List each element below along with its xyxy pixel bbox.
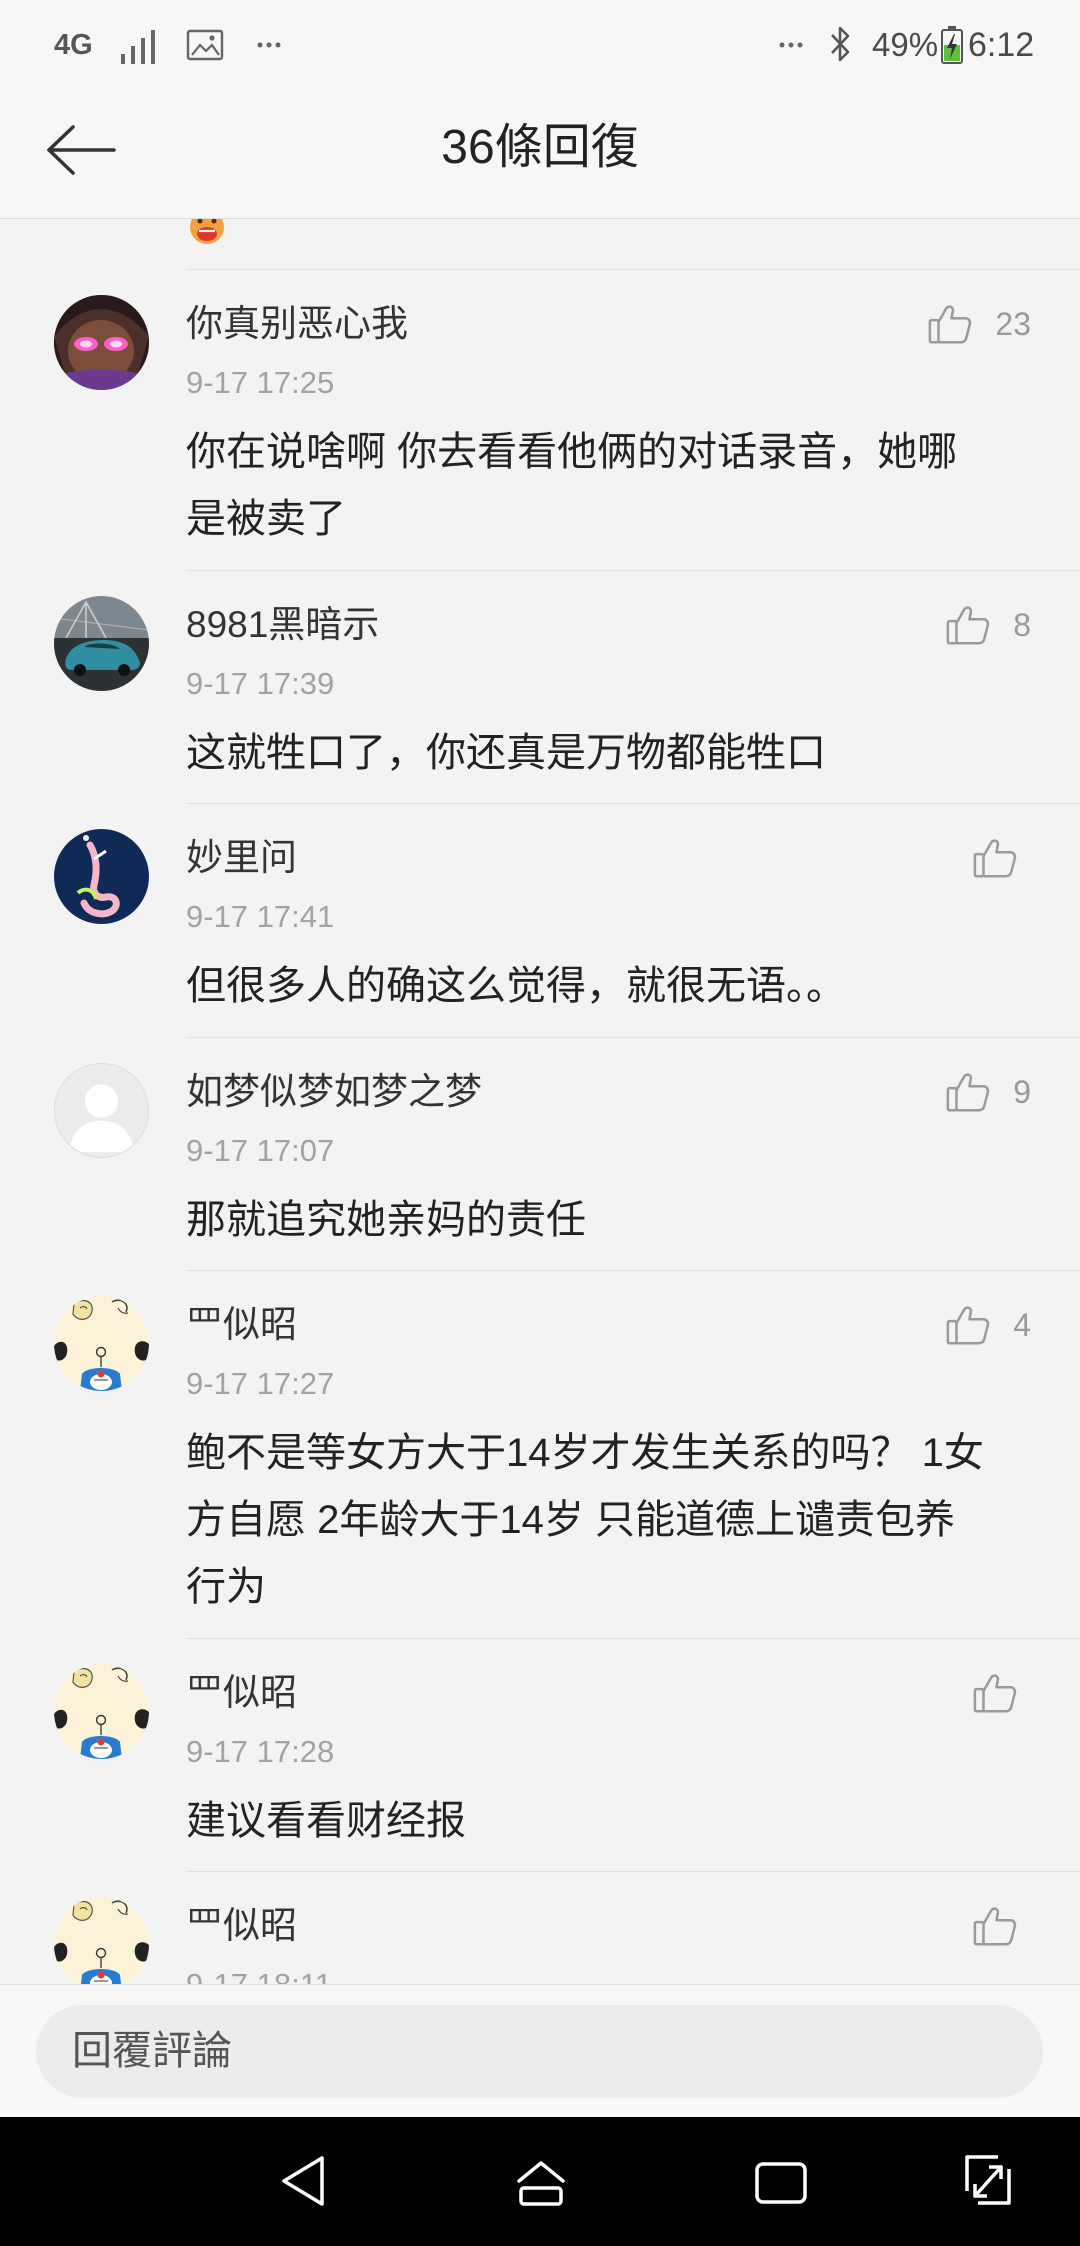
page-title: 36條回復: [441, 121, 639, 174]
signal-icon: [121, 30, 155, 64]
like-button[interactable]: 8: [945, 597, 1031, 653]
username[interactable]: 8981黑暗示: [186, 597, 866, 653]
cartoon-pattern-avatar-image: [54, 1664, 149, 1759]
avatar[interactable]: [54, 1897, 149, 1984]
system-nav-bar: [0, 2117, 1080, 2246]
username[interactable]: 如梦似梦如梦之梦: [186, 1064, 866, 1120]
avatar[interactable]: [54, 295, 149, 390]
bluetooth-icon: [831, 26, 850, 62]
comment-body: 妙里问 9-17 17:41 但很多人的确这么觉得，就很无语。。: [0, 804, 1080, 1037]
comment-item[interactable]: 8981黑暗示 9-17 17:39 这就牲口了，你还真是万物都能牲口 8: [0, 569, 1080, 804]
comment-text-line: 鲍不是等女方大于14岁才发生关系的吗？ 1女: [186, 1431, 984, 1475]
timestamp: 9-17 17:27: [186, 1366, 335, 1401]
comment-text-line: 方自愿 2年龄大于14岁 只能道德上谴责包养: [186, 1498, 955, 1542]
reply-bar: [0, 1984, 1080, 2117]
like-button[interactable]: [972, 1665, 1018, 1721]
comment-text: 这就牲口了，你还真是万物都能牲口: [186, 720, 1040, 787]
comment-text: 那就追究她亲妈的责任: [186, 1187, 1040, 1254]
car-photo-avatar-image: [54, 595, 149, 691]
default-user-avatar-image: [55, 1063, 148, 1157]
thumbs-up-icon: [972, 835, 1018, 881]
comment-text: 你在说啥啊 你去看看他俩的对话录音，她哪 是被卖了: [186, 419, 1040, 553]
reply-list[interactable]: 你真别恶心我 9-17 17:25 你在说啥啊 你去看看他俩的对话录音，她哪 是…: [0, 219, 1080, 1984]
clock: 6:12: [968, 26, 1035, 64]
comment-text: 鲍不是等女方大于14岁才发生关系的吗？ 1女 方自愿 2年龄大于14岁 只能道德…: [186, 1420, 1040, 1621]
like-count: 4: [1013, 1307, 1031, 1343]
comment-body: 罒似昭 9-17 17:27 鲍不是等女方大于14岁才发生关系的吗？ 1女 方自…: [0, 1271, 1080, 1638]
like-count: 9: [1013, 1073, 1031, 1110]
back-icon[interactable]: [278, 2153, 328, 2209]
avatar[interactable]: [54, 1062, 149, 1158]
username[interactable]: 你真别恶心我: [186, 296, 866, 352]
timestamp: 9-17 18:11: [186, 1960, 1040, 1984]
timestamp: 9-17 17:25: [186, 365, 335, 400]
battery-percent: 49%: [872, 26, 939, 63]
more-dots-icon: [779, 42, 803, 48]
comment-item[interactable]: 如梦似梦如梦之梦 9-17 17:07 那就追究她亲妈的责任 9: [0, 1036, 1080, 1271]
like-button[interactable]: [972, 830, 1018, 886]
like-count: 8: [1013, 606, 1031, 643]
comment-text-line: 这就牲口了，你还真是万物都能牲口: [186, 730, 826, 775]
previous-comment-tail: [0, 219, 1080, 269]
timestamp: 9-17 17:07: [186, 1132, 335, 1168]
network-type-label: 4G: [54, 29, 93, 61]
cartoon-pattern-avatar-image: [54, 1897, 149, 1984]
header: 36條回復: [0, 89, 1080, 219]
avatar[interactable]: [54, 829, 149, 924]
avatar[interactable]: [54, 1664, 149, 1759]
comment-text-line: 但很多人的确这么觉得，就很无语。。: [186, 964, 846, 1008]
cartoon-pattern-avatar-image: [54, 1296, 149, 1391]
username[interactable]: 妙里问: [186, 830, 866, 886]
thumbs-up-icon: [972, 1670, 1018, 1716]
anime-girl-avatar-image: [54, 295, 149, 390]
comment-text-line: 那就追究她亲妈的责任: [186, 1197, 586, 1242]
comment-body: 罒似昭 9-17 17:28 建议看看财经报: [0, 1639, 1080, 1872]
username[interactable]: 罒似昭: [186, 1297, 866, 1353]
like-button[interactable]: 4: [945, 1297, 1031, 1353]
thumbs-up-icon: [927, 301, 973, 347]
arrow-left-icon: [47, 125, 116, 175]
reply-input[interactable]: [36, 2005, 1043, 2098]
gallery-icon: [186, 29, 224, 61]
figure-on-navy-avatar-image: [54, 829, 149, 924]
comment-text-line: 建议看看财经报: [186, 1798, 466, 1843]
comment-body: 罒似昭 9-17 18:11: [0, 1872, 1080, 1984]
rotate-screen-icon[interactable]: [962, 2151, 1014, 2209]
comment-text: 但很多人的确这么觉得，就很无语。。: [186, 953, 1040, 1020]
back-button[interactable]: [30, 110, 130, 190]
thumbs-up-icon: [945, 1302, 991, 1348]
comment-body: 如梦似梦如梦之梦 9-17 17:07 那就追究她亲妈的责任: [0, 1038, 1080, 1271]
home-icon[interactable]: [512, 2158, 570, 2208]
avatar[interactable]: [54, 1296, 149, 1391]
comment-text-line: 是被卖了: [186, 497, 346, 541]
more-dots-icon: [257, 42, 281, 48]
comment-text-line: 你在说啥啊 你去看看他俩的对话录音，她哪: [186, 430, 958, 474]
timestamp: 9-17 17:41: [186, 899, 335, 934]
username[interactable]: 罒似昭: [186, 1898, 866, 1954]
comment-item[interactable]: 罒似昭 9-17 17:28 建议看看财经报: [0, 1637, 1080, 1872]
comment-body: 8981黑暗示 9-17 17:39 这就牲口了，你还真是万物都能牲口: [0, 571, 1080, 804]
comment-item[interactable]: 罒似昭 9-17 18:11: [0, 1871, 1080, 1984]
thumbs-up-icon: [945, 1069, 991, 1115]
like-count: 23: [995, 306, 1031, 342]
timestamp: 9-17 17:28: [186, 1733, 335, 1769]
comment-item[interactable]: 妙里问 9-17 17:41 但很多人的确这么觉得，就很无语。。: [0, 803, 1080, 1037]
timestamp: 9-17 17:39: [186, 665, 335, 701]
like-button[interactable]: [972, 1898, 1018, 1954]
thumbs-up-icon: [945, 602, 991, 648]
comment-item[interactable]: 罒似昭 9-17 17:27 鲍不是等女方大于14岁才发生关系的吗？ 1女 方自…: [0, 1270, 1080, 1638]
comment-body: 你真别恶心我 9-17 17:25 你在说啥啊 你去看看他俩的对话录音，她哪 是…: [0, 270, 1080, 570]
avatar[interactable]: [54, 595, 149, 691]
comment-text-line: 行为: [186, 1565, 266, 1609]
comment-item[interactable]: 你真别恶心我 9-17 17:25 你在说啥啊 你去看看他俩的对话录音，她哪 是…: [0, 269, 1080, 570]
like-button[interactable]: 23: [927, 296, 1031, 352]
thumbs-up-icon: [972, 1903, 1018, 1949]
recent-apps-icon[interactable]: [754, 2159, 808, 2207]
comment-text: 建议看看财经报: [186, 1788, 1040, 1855]
laughing-emoji-icon: [190, 219, 224, 244]
like-button[interactable]: 9: [945, 1064, 1031, 1120]
username[interactable]: 罒似昭: [186, 1665, 866, 1721]
battery-charging-icon: [941, 26, 963, 64]
status-bar: 4G 49% 6:12: [0, 0, 1080, 89]
